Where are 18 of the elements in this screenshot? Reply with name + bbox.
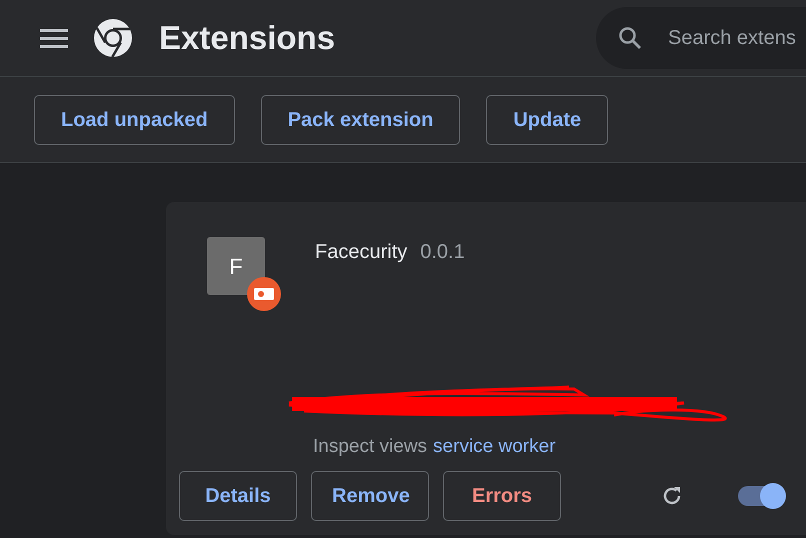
badge-icon: [246, 276, 282, 312]
browser-logo-icon: [93, 18, 133, 58]
icon-letter: F: [229, 252, 243, 280]
toolbar-button[interactable]: Update: [486, 94, 608, 144]
search-field[interactable]: Search extens: [596, 7, 806, 69]
action-button[interactable]: Details: [179, 471, 297, 521]
toolbar-button[interactable]: Pack extension: [260, 94, 460, 144]
inspect-label: Inspect views: [313, 435, 428, 459]
search-icon: [618, 26, 642, 50]
menu-icon[interactable]: [40, 27, 68, 49]
toolbar-button[interactable]: Load unpacked: [34, 94, 235, 144]
extension-version: 0.0.1: [420, 240, 465, 265]
service-worker-link[interactable]: service worker: [433, 433, 556, 462]
enable-toggle[interactable]: [736, 483, 786, 509]
action-button[interactable]: Remove: [311, 471, 429, 521]
page-title: Extensions: [159, 18, 336, 58]
action-button[interactable]: Errors: [443, 471, 561, 521]
extension-name: Facecurity: [315, 240, 408, 265]
